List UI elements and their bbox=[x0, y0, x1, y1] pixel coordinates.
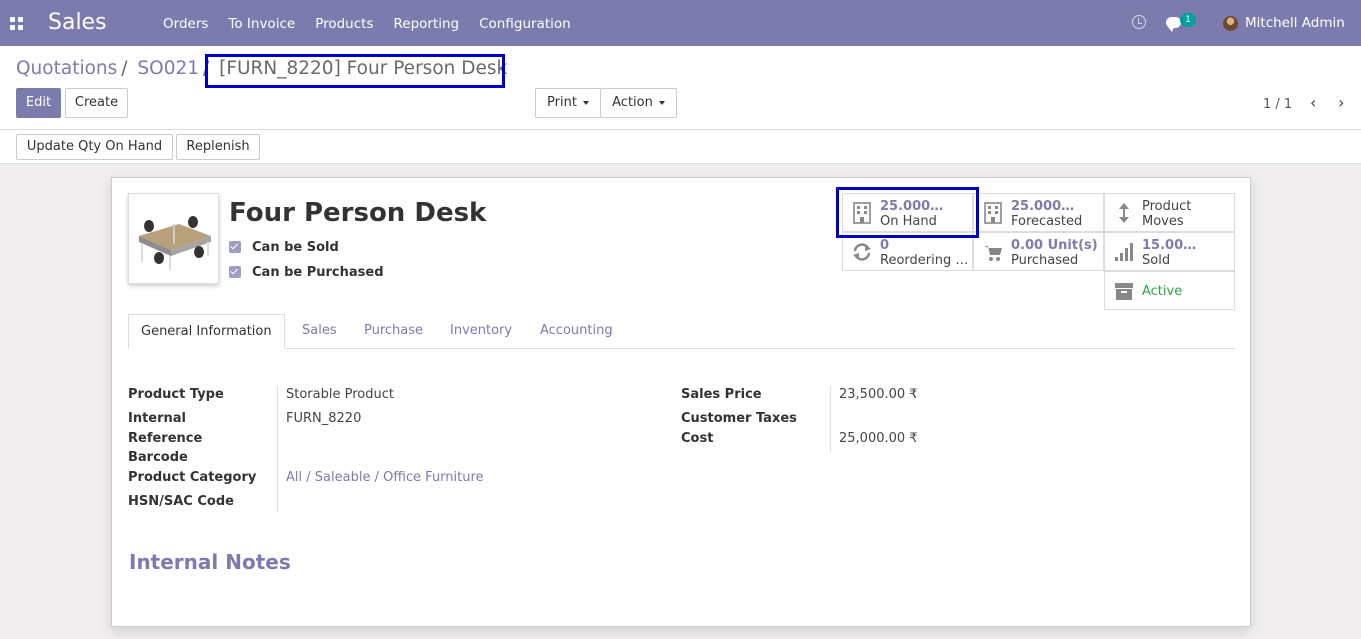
can-be-purchased-label: Can be Purchased bbox=[252, 265, 384, 280]
menu-configuration[interactable]: Configuration bbox=[479, 16, 571, 32]
tab-purchase[interactable]: Purchase bbox=[364, 314, 423, 349]
messaging-icon[interactable] bbox=[1166, 17, 1181, 32]
sales-price-label: Sales Price bbox=[681, 387, 762, 402]
create-button[interactable]: Create bbox=[65, 88, 128, 118]
category-all-link[interactable]: All bbox=[286, 470, 302, 485]
product-type-label: Product Type bbox=[128, 387, 224, 402]
sales-price-value[interactable]: 23,500.00 ₹ bbox=[839, 387, 918, 402]
message-count-badge: 1 bbox=[1180, 13, 1196, 27]
hsn-sac-code-label: HSN/SAC Code bbox=[128, 494, 234, 509]
on-hand-button[interactable]: 25.000… On Hand bbox=[842, 193, 973, 232]
refresh-icon bbox=[853, 243, 871, 261]
shopping-cart-icon bbox=[984, 246, 1002, 261]
forecasted-label: Forecasted bbox=[1011, 214, 1083, 229]
print-dropdown[interactable]: Print bbox=[535, 88, 601, 118]
product-moves-button[interactable]: Product Moves bbox=[1104, 193, 1235, 232]
pager-previous-icon[interactable]: ‹ bbox=[1310, 95, 1320, 111]
product-moves-line2: Moves bbox=[1142, 214, 1184, 229]
building-icon bbox=[853, 202, 871, 224]
product-image[interactable] bbox=[128, 193, 219, 284]
main-menu: Orders To Invoice Products Reporting Con… bbox=[163, 16, 571, 32]
update-qty-button[interactable]: Update Qty On Hand bbox=[16, 134, 173, 160]
notebook-tabs: General Information Sales Purchase Inven… bbox=[128, 314, 1235, 349]
product-moves-line1: Product bbox=[1142, 199, 1192, 214]
control-panel: Quotations / SO021/ [FURN_8220] Four Pers… bbox=[0, 46, 1361, 130]
activity-clock-icon[interactable] bbox=[1132, 15, 1146, 29]
top-navbar: Sales Orders To Invoice Products Reporti… bbox=[0, 0, 1361, 46]
menu-to-invoice[interactable]: To Invoice bbox=[228, 16, 295, 32]
on-hand-value: 25.000… bbox=[880, 199, 944, 214]
category-office-furniture-link[interactable]: Office Furniture bbox=[383, 470, 483, 485]
cost-label: Cost bbox=[681, 431, 714, 446]
status-bar: Update Qty On Hand Replenish bbox=[0, 130, 1361, 164]
menu-reporting[interactable]: Reporting bbox=[393, 16, 459, 32]
action-dropdown[interactable]: Action bbox=[600, 88, 677, 118]
internal-reference-label: Internal bbox=[128, 411, 187, 426]
chevron-down-icon bbox=[582, 100, 589, 105]
forecasted-value: 25.000… bbox=[1011, 199, 1075, 214]
archive-box-icon bbox=[1115, 283, 1133, 300]
breadcrumb: Quotations / SO021/ [FURN_8220] Four Pers… bbox=[16, 58, 508, 79]
sold-value: 15.00… bbox=[1142, 238, 1197, 253]
pager-next-icon[interactable]: › bbox=[1338, 95, 1348, 111]
can-be-sold-checkbox[interactable] bbox=[229, 241, 241, 253]
category-saleable-link[interactable]: Saleable bbox=[315, 470, 371, 485]
internal-reference-value[interactable]: FURN_8220 bbox=[286, 411, 361, 426]
can-be-sold-label: Can be Sold bbox=[252, 240, 339, 255]
purchased-button[interactable]: 0.00 Unit(s) Purchased bbox=[973, 232, 1104, 271]
breadcrumb-current: [FURN_8220] Four Person Desk bbox=[219, 58, 508, 79]
product-name[interactable]: Four Person Desk bbox=[229, 198, 486, 228]
forecasted-button[interactable]: 25.000… Forecasted bbox=[973, 193, 1104, 232]
sold-label: Sold bbox=[1142, 253, 1171, 268]
cost-value[interactable]: 25,000.00 ₹ bbox=[839, 431, 918, 446]
vertical-arrows-icon bbox=[1119, 203, 1129, 223]
apps-menu-icon[interactable] bbox=[10, 17, 23, 30]
can-be-purchased-checkbox[interactable] bbox=[229, 266, 241, 278]
tab-inventory[interactable]: Inventory bbox=[450, 314, 512, 349]
purchased-label: Purchased bbox=[1011, 253, 1079, 268]
reordering-value: 0 bbox=[880, 238, 890, 253]
product-category-label: Product Category bbox=[128, 470, 257, 485]
edit-button[interactable]: Edit bbox=[16, 88, 61, 118]
field-divider bbox=[277, 386, 278, 512]
product-category-value[interactable]: All / Saleable / Office Furniture bbox=[286, 470, 484, 485]
purchased-value: 0.00 Unit(s) bbox=[1011, 238, 1098, 253]
breadcrumb-so021[interactable]: SO021 bbox=[137, 58, 199, 79]
pager-value[interactable]: 1 / 1 bbox=[1263, 97, 1292, 112]
user-avatar[interactable] bbox=[1223, 16, 1238, 31]
menu-orders[interactable]: Orders bbox=[163, 16, 208, 32]
on-hand-label: On Hand bbox=[880, 214, 937, 229]
barcode-label: Barcode bbox=[128, 450, 188, 465]
reordering-label: Reordering … bbox=[880, 253, 969, 268]
tab-sales[interactable]: Sales bbox=[302, 314, 337, 349]
tab-general-information[interactable]: General Information bbox=[128, 314, 285, 349]
replenish-button[interactable]: Replenish bbox=[176, 134, 260, 160]
reordering-button[interactable]: 0 Reordering … bbox=[842, 232, 973, 271]
internal-reference-label-2: Reference bbox=[128, 431, 203, 446]
active-toggle-button[interactable]: Active bbox=[1104, 271, 1235, 310]
tab-accounting[interactable]: Accounting bbox=[540, 314, 613, 349]
menu-products[interactable]: Products bbox=[315, 16, 373, 32]
user-menu[interactable]: Mitchell Admin bbox=[1245, 15, 1345, 31]
breadcrumb-quotations[interactable]: Quotations bbox=[16, 58, 117, 79]
print-label: Print bbox=[547, 95, 577, 110]
signal-bars-icon bbox=[1115, 243, 1133, 261]
action-label: Action bbox=[612, 95, 653, 110]
internal-notes-heading: Internal Notes bbox=[129, 550, 291, 574]
building-icon bbox=[984, 202, 1002, 224]
product-type-value[interactable]: Storable Product bbox=[286, 387, 394, 402]
form-sheet: Four Person Desk Can be Sold Can be Purc… bbox=[111, 177, 1251, 627]
chevron-down-icon bbox=[658, 100, 665, 105]
field-divider bbox=[830, 386, 831, 452]
customer-taxes-label: Customer Taxes bbox=[681, 411, 797, 426]
active-label: Active bbox=[1142, 284, 1183, 299]
app-name[interactable]: Sales bbox=[48, 10, 107, 35]
sold-button[interactable]: 15.00… Sold bbox=[1104, 232, 1235, 271]
